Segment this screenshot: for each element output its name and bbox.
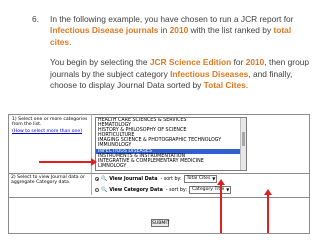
text-run: for [231, 57, 246, 68]
instruction-step: 6. In the following example, you have ch… [32, 14, 312, 100]
detail-paragraph: You begin by selecting the JCR Science E… [50, 57, 312, 91]
magnifier-icon: 🔍 [101, 187, 108, 193]
list-item[interactable]: LIMNOLOGY [96, 164, 246, 169]
view-category-row: 🔍 View Category Data - sort by: Category… [95, 186, 232, 194]
how-to-select-link[interactable]: (How to select more than one) [12, 129, 88, 134]
view-panel-label: 2) Select to view Journal data or aggreg… [11, 175, 85, 186]
view-journal-label: View Journal Data [109, 176, 158, 182]
arrow-to-sort-head [217, 179, 225, 185]
chevron-down-icon: ▼ [212, 176, 216, 181]
sort-by-label: - sort by: [160, 176, 182, 182]
category-instruction: 1) Select one or more categories from th… [12, 117, 88, 128]
highlight-total-cites: Total Cites [203, 80, 246, 91]
sort-by-label: - sort by: [165, 187, 188, 193]
scrollbar-thumb[interactable] [242, 132, 245, 146]
text-run: . [245, 80, 249, 91]
highlight-jcr-science-edition: JCR Science Edition [149, 57, 232, 68]
panel-divider [9, 197, 309, 198]
arrow-to-sort-shaft [220, 185, 222, 233]
highlight-infectious-diseases: Infectious Diseases [170, 68, 249, 79]
arrow-to-category-sort-head [264, 189, 272, 195]
category-listbox[interactable]: HEALTH CARE SCIENCES & SERVICES HEMATOLO… [95, 117, 247, 171]
journal-sort-select[interactable]: Total Cites ▼ [183, 175, 218, 183]
panel-divider [9, 173, 309, 174]
highlight-infectious-disease: Infectious Disease journals [50, 25, 159, 36]
text-run: You begin by selecting the [50, 57, 150, 68]
arrow-to-category-head [91, 158, 97, 166]
view-category-label: View Category Data [109, 187, 163, 193]
magnifier-icon: 🔍 [101, 176, 108, 182]
submit-button[interactable]: SUBMIT [151, 219, 170, 227]
step-number: 6. [32, 14, 39, 24]
arrow-to-category-sort-shaft [267, 195, 269, 233]
text-run: with the list ranked by [188, 25, 274, 36]
jcr-screenshot: 1) Select one or more categories from th… [8, 114, 310, 234]
text-run: in [158, 25, 170, 36]
chevron-down-icon: ▼ [226, 187, 230, 192]
text-run: In the following example, you have chose… [50, 14, 294, 24]
intro-paragraph: In the following example, you have chose… [50, 14, 312, 48]
arrow-to-category-shaft [39, 161, 91, 163]
listbox-scrollbar[interactable] [240, 118, 246, 170]
view-journal-row: 🔍 View Journal Data - sort by: Total Cit… [95, 175, 218, 183]
highlight-year: 2010 [169, 25, 189, 36]
text-run: . [69, 36, 72, 47]
journal-sort-value: Total Cites [186, 176, 211, 181]
category-sort-select[interactable]: Category Title ▼ [189, 186, 232, 194]
view-journal-radio[interactable] [95, 177, 99, 181]
view-category-radio[interactable] [95, 188, 99, 192]
highlight-year: 2010 [245, 57, 265, 68]
panel-divider-vertical [91, 115, 92, 195]
category-panel-label: 1) Select one or more categories from th… [10, 116, 90, 172]
